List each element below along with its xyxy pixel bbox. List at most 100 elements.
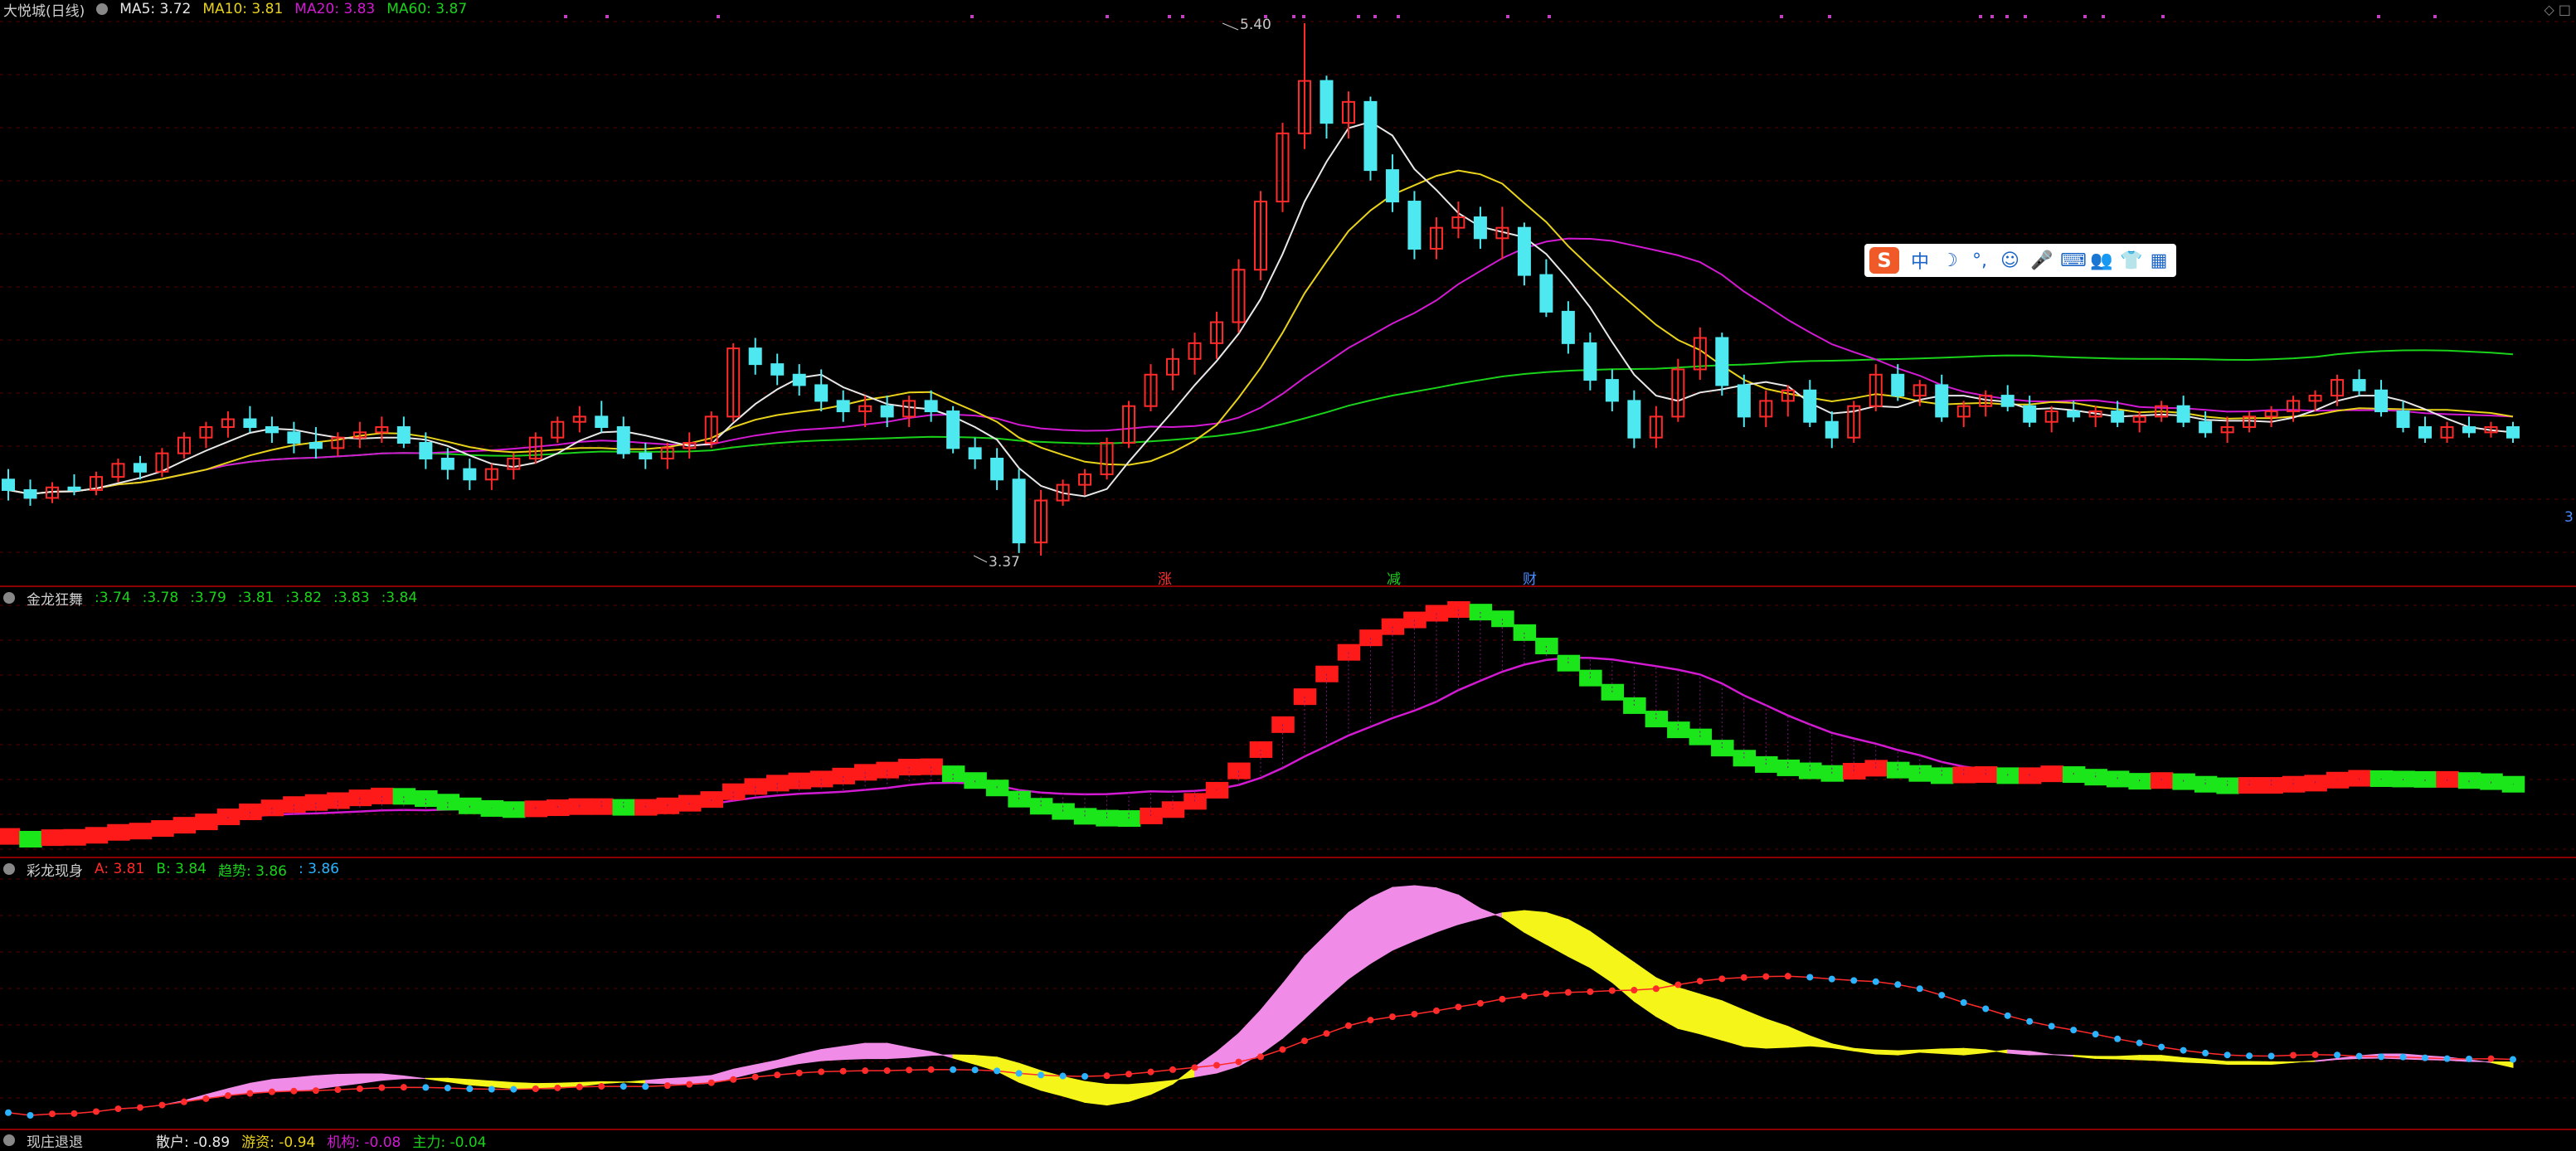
ind2-ribbon — [645, 1079, 667, 1084]
ime-punctuation-icon[interactable]: °, — [1971, 250, 1989, 271]
ime-grid-icon[interactable]: ▦ — [2150, 250, 2168, 271]
ind2-ribbon — [316, 1075, 338, 1090]
candle-body — [398, 427, 410, 443]
candle-body — [618, 427, 629, 454]
ind2-ribbon — [843, 1043, 865, 1060]
ime-emoji-icon[interactable]: ☺ — [2000, 250, 2019, 271]
ind2-ribbon — [1546, 912, 1567, 956]
ind1-value: :3.79 — [190, 590, 226, 606]
main-panel-header: 大悦城(日线) MA5: 3.72 MA10: 3.81 MA20: 3.83 … — [0, 0, 467, 18]
ind2-trend-dot — [2268, 1053, 2275, 1060]
ind2-ribbon — [2249, 1061, 2271, 1064]
ind2-trend-dot — [2246, 1052, 2253, 1059]
ind2-trend-dot — [2092, 1031, 2099, 1037]
ind2-trend-dot — [1345, 1022, 1352, 1029]
candle-body — [2112, 411, 2123, 422]
ind2-ribbon — [2184, 1057, 2205, 1062]
ma20-label: MA20: 3.83 — [294, 1, 375, 17]
candle-body — [134, 464, 146, 471]
ind1-block — [63, 829, 85, 846]
ime-keyboard-icon[interactable]: ⌨ — [2060, 250, 2078, 271]
settings-dot-icon[interactable] — [96, 3, 108, 15]
candle-body — [420, 443, 431, 459]
signal-dot — [2024, 15, 2027, 18]
signal-dot — [2083, 15, 2087, 18]
ind2-trend-dot — [2422, 1055, 2428, 1061]
ind2-trend-dot — [1301, 1037, 1308, 1044]
ind2-trend-dot — [1125, 1071, 1132, 1077]
ind2-trend-dot — [181, 1099, 187, 1105]
ma5-label: MA5: 3.72 — [119, 1, 191, 17]
ind1-block — [349, 789, 372, 806]
ind2-ribbon — [2008, 1050, 2029, 1055]
ind2-ribbon — [2161, 1056, 2183, 1062]
ind2-ribbon — [2293, 1061, 2315, 1062]
sogou-logo-icon[interactable]: S — [1869, 247, 1899, 274]
ind2-trend-dot — [598, 1083, 605, 1090]
ind2-trend-dot — [2378, 1053, 2384, 1060]
ind1-value: :3.74 — [95, 590, 131, 606]
signal-dot — [2005, 15, 2009, 18]
ind2-ribbon — [2052, 1055, 2073, 1056]
signal-dot — [1397, 15, 1400, 18]
signal-dot — [1357, 15, 1360, 18]
ind2-trend-dot — [1521, 993, 1528, 999]
candle-body — [1475, 217, 1486, 238]
ind2-trend-dot — [1038, 1071, 1044, 1078]
ind2-trend-dot — [202, 1095, 209, 1102]
ind2-trend-dot — [1873, 979, 1879, 985]
ind1-settings-icon[interactable] — [3, 592, 15, 604]
marker-finance[interactable]: 财 — [1523, 567, 1537, 588]
candle-body — [1408, 202, 1420, 249]
candle-body — [639, 454, 651, 459]
ind1-block — [107, 824, 129, 841]
ind2-ribbon — [1832, 1044, 1854, 1051]
ind1-block — [41, 829, 64, 846]
ind2-ribbon — [975, 1056, 997, 1071]
ind2-trend-dot — [1477, 1000, 1484, 1007]
ind3-header: 现庄退退 散户: -0.89 游资: -0.94 机构: -0.08 主力: -… — [0, 1131, 487, 1149]
ind2-trend-dot — [158, 1102, 165, 1109]
ind2-trend-dot — [928, 1066, 935, 1073]
marker-rise[interactable]: 涨 — [1158, 567, 1172, 588]
ind2-trend-dot — [488, 1085, 495, 1092]
ind2-ribbon — [1612, 947, 1634, 1001]
signal-dot — [1548, 15, 1551, 18]
window-corner-icons[interactable]: ◇ □ — [2544, 2, 2571, 17]
ind2-trend-dot — [2466, 1056, 2472, 1062]
candle-body — [947, 411, 959, 448]
ind2-trend-dot — [708, 1080, 715, 1086]
ind2-ribbon — [382, 1074, 403, 1081]
ime-mic-icon[interactable]: 🎤 — [2030, 250, 2049, 271]
ind2-ribbon — [1041, 1071, 1062, 1096]
ind2-trend-dot — [114, 1105, 121, 1112]
ind2-header: 彩龙现身 A: 3.81 B: 3.84 趋势: 3.86 : 3.86 — [0, 860, 339, 878]
ime-skin-icon[interactable]: 👕 — [2120, 250, 2138, 271]
ime-moon-icon[interactable]: ☽ — [1941, 250, 1959, 271]
main-panel-title: 大悦城(日线) — [3, 0, 85, 20]
candle-body — [310, 443, 322, 448]
ind2-ribbon — [2491, 1061, 2513, 1067]
ind2-ribbon — [2469, 1060, 2491, 1062]
ind2-trend-dot — [1081, 1073, 1088, 1080]
candle-body — [1628, 401, 1640, 437]
high-price-label: 5.40 — [1240, 17, 1271, 33]
ind2-trend-dot — [730, 1076, 736, 1083]
ind2-trend-dot — [2026, 1018, 2033, 1025]
ind2-settings-icon[interactable] — [3, 863, 15, 875]
ime-toolbar[interactable]: S 中 ☽ °, ☺ 🎤 ⌨ 👥 👕 ▦ — [1864, 244, 2176, 277]
ind2-trend-dot — [1917, 985, 1923, 992]
ind2-trend-dot — [1938, 992, 1945, 998]
signal-dot — [1828, 15, 1831, 18]
marker-reduce[interactable]: 减 — [1387, 567, 1401, 588]
ind2-ribbon — [887, 1043, 909, 1059]
ime-chinese-button[interactable]: 中 — [1911, 247, 1929, 274]
candle-body — [2354, 380, 2365, 391]
ind2-ribbon — [1854, 1048, 1875, 1054]
signal-dot — [1780, 15, 1783, 18]
ind2-ribbon — [1151, 1081, 1173, 1095]
ind3-hotmoney-value: 游资: -0.94 — [241, 1130, 315, 1151]
candle-body — [2419, 427, 2431, 438]
ind2-trend-dot — [950, 1066, 956, 1073]
ime-user-icon[interactable]: 👥 — [2090, 250, 2108, 271]
